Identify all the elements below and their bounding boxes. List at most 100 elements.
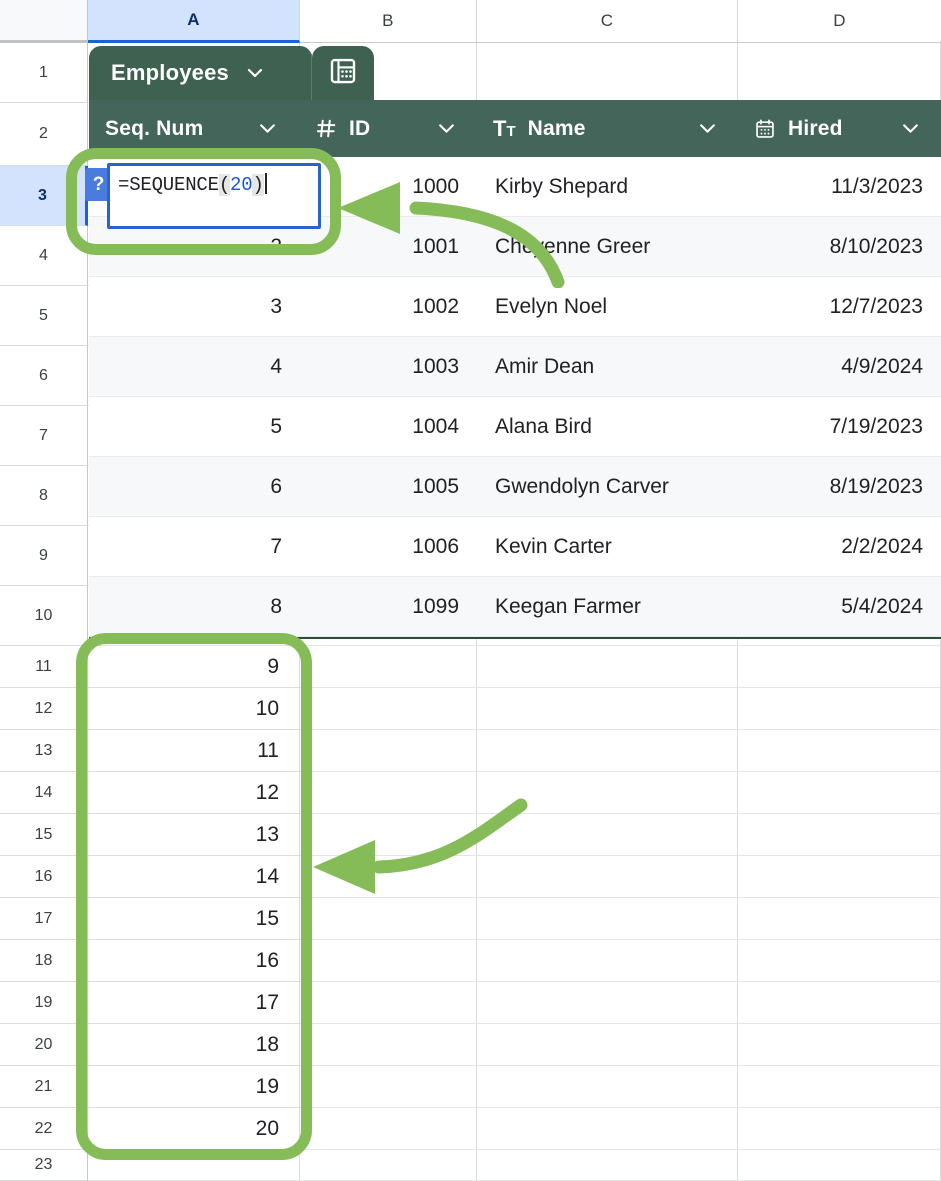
grid-cell[interactable] — [477, 688, 738, 729]
grid-cell[interactable] — [738, 1024, 941, 1065]
table-column-hired-chevron[interactable] — [900, 100, 921, 157]
table-cell-hired[interactable]: 8/10/2023 — [738, 217, 941, 277]
grid-cell[interactable] — [738, 856, 941, 897]
grid-cell[interactable] — [300, 646, 477, 687]
table-row[interactable]: 3 1002 Evelyn Noel 12/7/2023 — [89, 277, 941, 337]
column-header-b[interactable]: B — [300, 0, 477, 43]
table-row[interactable]: 4 1003 Amir Dean 4/9/2024 — [89, 337, 941, 397]
row-header-21[interactable]: 21 — [0, 1066, 88, 1108]
row-header-8[interactable]: 8 — [0, 466, 88, 526]
row-header-2[interactable]: 2 — [0, 103, 88, 166]
table-cell-hired[interactable]: 4/9/2024 — [738, 337, 941, 397]
table-tab-employees[interactable]: Employees — [89, 46, 312, 100]
table-cell-seq-num[interactable]: 3 — [89, 277, 300, 337]
table-cell-id[interactable]: 1001 — [300, 217, 477, 277]
table-cell-hired[interactable]: 7/19/2023 — [738, 397, 941, 457]
grid-cell[interactable] — [738, 772, 941, 813]
table-cell-seq-num[interactable]: 8 — [89, 577, 300, 637]
row-header-10[interactable]: 10 — [0, 586, 88, 646]
table-cell-hired[interactable]: 12/7/2023 — [738, 277, 941, 337]
spill-cell[interactable]: 10 — [89, 688, 300, 730]
table-cell-name[interactable]: Kevin Carter — [477, 517, 738, 577]
grid-cell[interactable] — [477, 814, 738, 855]
column-header-c[interactable]: C — [477, 0, 738, 43]
table-cell-id[interactable]: 1003 — [300, 337, 477, 397]
row-header-20[interactable]: 20 — [0, 1024, 88, 1066]
table-row[interactable]: 6 1005 Gwendolyn Carver 8/19/2023 — [89, 457, 941, 517]
grid-cell[interactable] — [300, 1024, 477, 1065]
grid-cell[interactable] — [477, 1150, 738, 1180]
row-header-12[interactable]: 12 — [0, 688, 88, 730]
grid-cell[interactable] — [477, 1024, 738, 1065]
spill-cell[interactable]: 20 — [89, 1108, 300, 1150]
table-cell-name[interactable]: Gwendolyn Carver — [477, 457, 738, 517]
grid-cell[interactable] — [738, 646, 941, 687]
grid-cell[interactable] — [477, 772, 738, 813]
spill-cell[interactable]: 11 — [89, 730, 300, 772]
formula-input[interactable]: =SEQUENCE(20) — [107, 163, 321, 229]
row-header-14[interactable]: 14 — [0, 772, 88, 814]
spill-cell[interactable]: 17 — [89, 982, 300, 1024]
table-cell-hired[interactable]: 2/2/2024 — [738, 517, 941, 577]
table-cell-id[interactable]: 1002 — [300, 277, 477, 337]
row-header-4[interactable]: 4 — [0, 226, 88, 286]
row-header-15[interactable]: 15 — [0, 814, 88, 856]
grid-cell[interactable] — [300, 856, 477, 897]
grid-cell[interactable] — [300, 730, 477, 771]
table-cell-seq-num[interactable]: 6 — [89, 457, 300, 517]
grid-cell[interactable] — [477, 1066, 738, 1107]
row-header-3[interactable]: 3 — [0, 166, 88, 226]
grid-cell[interactable] — [477, 856, 738, 897]
table-column-id-chevron[interactable] — [436, 100, 457, 157]
table-column-seq-num-chevron[interactable] — [257, 100, 278, 157]
chevron-down-icon[interactable] — [245, 63, 265, 83]
table-row[interactable]: 7 1006 Kevin Carter 2/2/2024 — [89, 517, 941, 577]
row-header-23[interactable]: 23 — [0, 1150, 88, 1181]
spill-cell[interactable]: 12 — [89, 772, 300, 814]
grid-cell[interactable] — [88, 1150, 300, 1180]
grid-cell[interactable] — [300, 688, 477, 729]
grid-cell[interactable] — [300, 982, 477, 1023]
row-header-17[interactable]: 17 — [0, 898, 88, 940]
grid-cell[interactable] — [477, 982, 738, 1023]
grid-cell[interactable] — [300, 1066, 477, 1107]
table-cell-name[interactable]: Evelyn Noel — [477, 277, 738, 337]
table-cell-seq-num[interactable]: 4 — [89, 337, 300, 397]
table-cell-name[interactable]: Kirby Shepard — [477, 157, 738, 217]
table-cell-id[interactable]: 1004 — [300, 397, 477, 457]
table-cell-hired[interactable]: 5/4/2024 — [738, 577, 941, 637]
grid-cell[interactable] — [738, 1150, 941, 1180]
table-cell-name[interactable]: Keegan Farmer — [477, 577, 738, 637]
grid-cell[interactable] — [738, 1108, 941, 1149]
grid-cell[interactable] — [477, 940, 738, 981]
grid-cell[interactable] — [300, 1150, 477, 1180]
grid-cell[interactable] — [477, 730, 738, 771]
grid-cell[interactable] — [738, 730, 941, 771]
column-header-a[interactable]: A — [88, 0, 300, 43]
row-header-16[interactable]: 16 — [0, 856, 88, 898]
table-cell-id[interactable]: 1000 — [300, 157, 477, 217]
spill-cell[interactable]: 19 — [89, 1066, 300, 1108]
spill-cell[interactable]: 18 — [89, 1024, 300, 1066]
row-header-9[interactable]: 9 — [0, 526, 88, 586]
row-header-1[interactable]: 1 — [0, 43, 88, 103]
table-cell-hired[interactable]: 11/3/2023 — [738, 157, 941, 217]
column-header-d[interactable]: D — [738, 0, 941, 43]
spill-cell[interactable]: 13 — [89, 814, 300, 856]
spill-cell[interactable]: 9 — [89, 646, 300, 688]
table-cell-hired[interactable]: 8/19/2023 — [738, 457, 941, 517]
table-cell-name[interactable]: Amir Dean — [477, 337, 738, 397]
grid-cell[interactable] — [300, 1108, 477, 1149]
grid-cell[interactable] — [477, 1108, 738, 1149]
spill-cell[interactable]: 16 — [89, 940, 300, 982]
row-header-5[interactable]: 5 — [0, 286, 88, 346]
grid-cell[interactable] — [738, 982, 941, 1023]
table-column-name-chevron[interactable] — [697, 100, 718, 157]
grid-cell[interactable] — [738, 940, 941, 981]
table-cell-name[interactable]: Alana Bird — [477, 397, 738, 457]
table-cell-id[interactable]: 1006 — [300, 517, 477, 577]
grid-cell[interactable] — [477, 898, 738, 939]
row-header-7[interactable]: 7 — [0, 406, 88, 466]
spill-cell[interactable]: 15 — [89, 898, 300, 940]
table-grid-icon-button[interactable] — [312, 46, 374, 100]
